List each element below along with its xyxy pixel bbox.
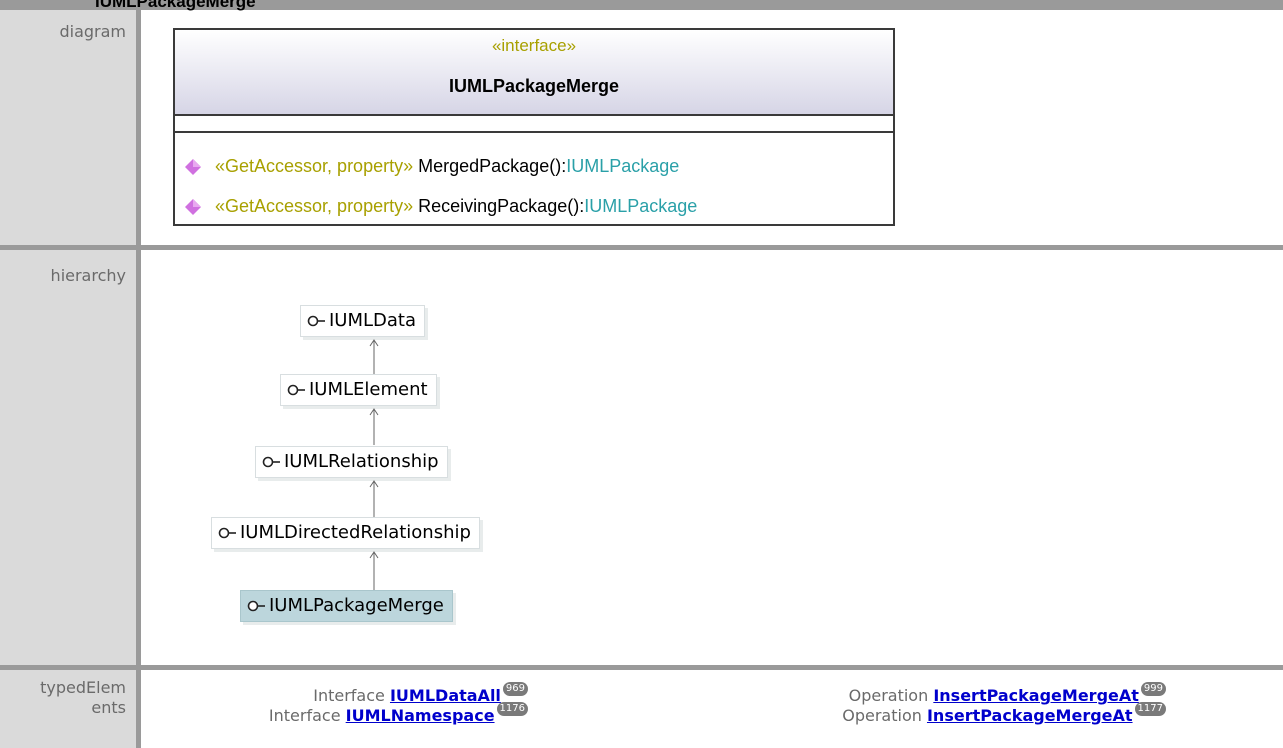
page-number-badge: 1176 — [496, 702, 528, 716]
uml-attributes-compartment — [175, 116, 893, 133]
typed-element-kind: Operation — [842, 706, 922, 725]
typed-element-entry: Interface IUMLDataAll 969 — [313, 682, 528, 706]
hierarchy-label: hierarchy — [50, 266, 126, 285]
page-number-badge: 969 — [502, 682, 528, 696]
uml-class-name: IUMLPackageMerge — [448, 76, 620, 96]
typed-element-kind: Interface — [268, 706, 341, 725]
row-separator — [0, 665, 1283, 670]
interface-icon — [307, 315, 325, 327]
page-number-badge: 999 — [1140, 682, 1166, 696]
interface-icon — [287, 384, 305, 396]
hierarchy-label-cell: hierarchy — [0, 250, 136, 665]
hierarchy-node-current[interactable]: IUMLPackageMerge — [240, 590, 453, 622]
page-number-badge: 1177 — [1134, 702, 1166, 716]
hierarchy-node[interactable]: IUMLElement — [280, 374, 437, 406]
typed-element-entry: Operation InsertPackageMergeAt 1177 — [842, 702, 1166, 726]
operation-name: MergedPackage(): — [418, 156, 567, 176]
hierarchy-node[interactable]: IUMLDirectedRelationship — [211, 517, 480, 549]
hierarchy-node[interactable]: IUMLRelationship — [255, 446, 448, 478]
column-separator — [136, 10, 141, 748]
uml-class-box: «interface» IUMLPackageMerge «GetAccesso… — [173, 28, 895, 226]
hierarchy-node-label: IUMLData — [329, 310, 417, 331]
typed-element-link[interactable]: IUMLDataAll — [390, 686, 501, 705]
operation-stereotype: «GetAccessor, property» — [215, 156, 414, 176]
typed-element-kind: Operation — [848, 686, 929, 705]
typed-element-entry: Interface IUMLNamespace 1176 — [268, 702, 528, 726]
generalization-arrow — [369, 480, 379, 517]
uml-operation[interactable]: «GetAccessor, property» ReceivingPackage… — [185, 193, 697, 219]
hierarchy-node[interactable]: IUMLData — [300, 305, 426, 337]
uml-stereotype: «interface» — [491, 36, 577, 55]
uml-class-header: «interface» IUMLPackageMerge — [175, 30, 893, 116]
diagram-label: diagram — [59, 22, 126, 41]
hierarchy-node-label: IUMLElement — [309, 379, 428, 400]
documentation-table: IUMLPackageMerge diagram «interface» IUM… — [0, 0, 1283, 748]
interface-icon — [247, 600, 265, 612]
interface-icon — [262, 456, 280, 468]
typed-elements-label: typedElem ents — [40, 678, 126, 717]
typed-element-entry: Operation InsertPackageMergeAt 999 — [848, 682, 1166, 706]
operation-stereotype: «GetAccessor, property» — [215, 196, 414, 216]
operation-type: IUMLPackage — [566, 156, 680, 176]
operation-diamond-icon — [185, 199, 201, 216]
typed-element-link[interactable]: InsertPackageMergeAt — [927, 706, 1133, 725]
hierarchy-node-label: IUMLRelationship — [284, 451, 439, 472]
hierarchy-node-label: IUMLPackageMerge — [269, 595, 444, 616]
operation-name: ReceivingPackage(): — [418, 196, 585, 216]
typed-element-link[interactable]: InsertPackageMergeAt — [933, 686, 1139, 705]
uml-operation[interactable]: «GetAccessor, property» MergedPackage():… — [185, 153, 679, 179]
generalization-arrow — [369, 339, 379, 374]
operation-diamond-icon — [185, 159, 201, 176]
generalization-arrow — [369, 408, 379, 445]
hierarchy-node-label: IUMLDirectedRelationship — [240, 522, 471, 543]
typed-element-kind: Interface — [313, 686, 385, 705]
typed-elements-label-cell: typedElem ents — [0, 670, 136, 748]
row-separator — [0, 245, 1283, 250]
typed-element-link[interactable]: IUMLNamespace — [346, 706, 495, 725]
generalization-arrow — [369, 551, 379, 590]
operation-type: IUMLPackage — [584, 196, 698, 216]
interface-icon — [218, 527, 236, 539]
diagram-label-cell: diagram — [0, 10, 136, 245]
